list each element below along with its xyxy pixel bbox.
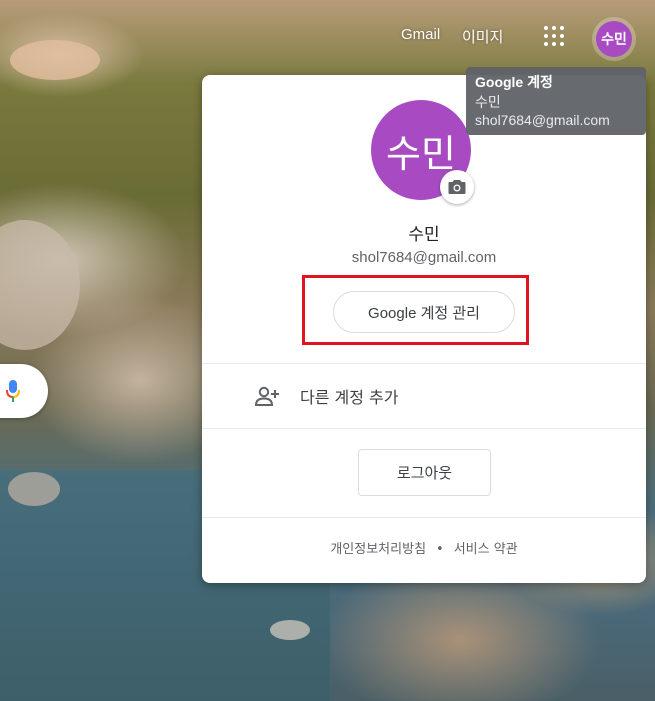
tooltip-email: shol7684@gmail.com	[475, 112, 610, 128]
tooltip-name: 수민	[475, 94, 501, 110]
add-account-label: 다른 계정 추가	[300, 388, 399, 407]
terms-link[interactable]: 서비스 약관	[454, 538, 518, 557]
divider	[202, 428, 646, 429]
person-add-icon	[254, 386, 279, 406]
account-tooltip: Google 계정 수민 shol7684@gmail.com	[466, 67, 646, 135]
footer-separator: •	[436, 542, 444, 557]
background-rock	[0, 220, 80, 350]
privacy-policy-link[interactable]: 개인정보처리방침	[330, 538, 426, 557]
account-avatar-button[interactable]: 수민	[592, 17, 636, 61]
gmail-link[interactable]: Gmail	[401, 26, 440, 43]
top-bar: Gmail 이미지 수민	[0, 0, 655, 72]
images-link[interactable]: 이미지	[462, 26, 503, 47]
apps-grid-icon[interactable]	[540, 22, 568, 50]
add-account-row[interactable]: 다른 계정 추가	[202, 364, 646, 428]
account-panel: 수민 수민 shol7684@gmail.com Google 계정 관리 다른…	[202, 75, 646, 583]
account-email: shol7684@gmail.com	[351, 249, 497, 266]
panel-footer: 개인정보처리방침 • 서비스 약관	[202, 538, 646, 557]
account-name: 수민	[408, 225, 440, 245]
manage-account-button[interactable]: Google 계정 관리	[333, 291, 515, 333]
logout-button[interactable]: 로그아웃	[358, 449, 491, 496]
camera-icon	[448, 180, 466, 194]
background-rock	[8, 472, 60, 506]
account-avatar-initials: 수민	[596, 21, 632, 57]
microphone-icon[interactable]	[6, 379, 20, 403]
change-photo-button[interactable]	[440, 170, 474, 204]
tooltip-title: Google 계정	[475, 74, 553, 90]
divider	[202, 517, 646, 518]
background-rock	[270, 620, 310, 640]
